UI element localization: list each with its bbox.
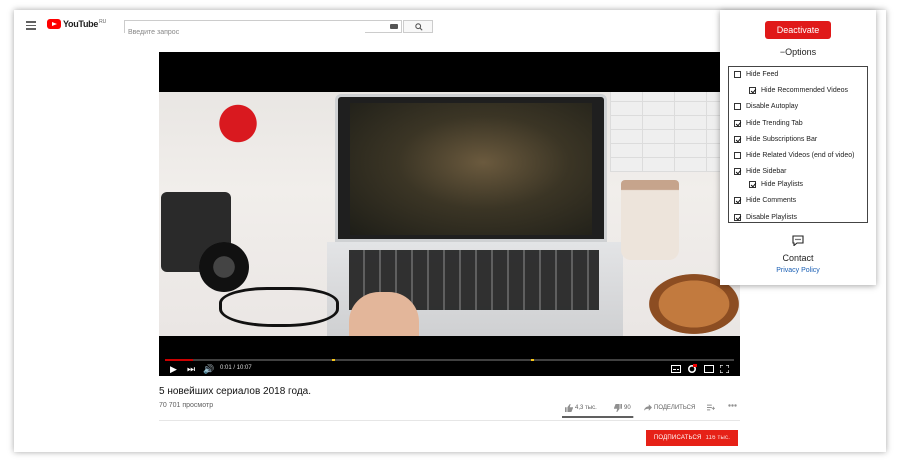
- keyboard-icon[interactable]: [390, 24, 398, 29]
- play-icon[interactable]: ▶: [170, 364, 177, 374]
- like-button[interactable]: 4,3 тыс.: [565, 404, 597, 412]
- option-row[interactable]: Disable Playlists: [734, 214, 797, 221]
- camera-lens: [199, 242, 249, 292]
- laptop-screen: [350, 103, 592, 235]
- search-box: [124, 20, 402, 38]
- logo-region: RU: [99, 18, 107, 25]
- menu-icon[interactable]: [26, 21, 36, 30]
- option-label: Hide Sidebar: [746, 168, 787, 175]
- option-row[interactable]: Hide Playlists: [749, 181, 803, 188]
- option-checkbox[interactable]: [749, 181, 756, 188]
- thumbs-down-icon: [614, 404, 622, 412]
- hands: [349, 292, 419, 336]
- subtitles-icon[interactable]: [671, 365, 681, 373]
- subscribe-label: ПОДПИСАТЬСЯ: [653, 435, 702, 441]
- option-checkbox[interactable]: [734, 103, 741, 110]
- next-icon[interactable]: ⏭: [187, 364, 195, 374]
- time-display: 0:01 / 10:07: [220, 365, 252, 371]
- divider: [159, 420, 740, 421]
- deactivate-button[interactable]: Deactivate: [765, 21, 831, 39]
- save-to-playlist-button[interactable]: [707, 404, 715, 411]
- view-count: 70 701 просмотр: [159, 402, 214, 409]
- option-checkbox[interactable]: [734, 197, 741, 204]
- option-label: Hide Comments: [746, 197, 797, 204]
- playlist-add-icon: [707, 404, 715, 411]
- share-label: ПОДЕЛИТЬСЯ: [654, 404, 696, 411]
- option-row[interactable]: Hide Related Videos (end of video): [734, 152, 854, 159]
- contact-link[interactable]: Contact: [720, 233, 876, 263]
- option-row[interactable]: Hide Sidebar: [734, 168, 786, 175]
- volume-icon[interactable]: 🔊: [203, 364, 214, 374]
- progress-fill: [165, 359, 194, 361]
- option-row[interactable]: Hide Recommended Videos: [749, 87, 848, 94]
- more-icon: [728, 404, 737, 407]
- player-controls: ▶ ⏭ 🔊 0:01 / 10:07: [159, 355, 740, 376]
- extension-popup: Deactivate −Options Hide Feed Hide Recomm…: [720, 10, 876, 285]
- settings-icon[interactable]: [687, 364, 697, 374]
- ad-marker: [332, 359, 335, 361]
- option-row[interactable]: Hide Subscriptions Bar: [734, 136, 817, 143]
- like-count: 4,3 тыс.: [575, 405, 597, 411]
- video-actions: 4,3 тыс. 90 ПОДЕЛИТЬСЯ: [562, 402, 742, 416]
- dislike-button[interactable]: 90: [614, 404, 631, 412]
- option-label: Hide Recommended Videos: [761, 87, 849, 94]
- subscriber-count: 116 тыс.: [705, 435, 731, 441]
- contact-label: Contact: [782, 253, 814, 263]
- option-label: Hide Playlists: [761, 181, 804, 188]
- option-row[interactable]: Disable Autoplay: [734, 103, 798, 110]
- chat-icon: [792, 235, 804, 247]
- option-label: Hide Subscriptions Bar: [746, 136, 818, 143]
- option-checkbox[interactable]: [734, 152, 741, 159]
- option-checkbox[interactable]: [734, 71, 741, 78]
- more-button[interactable]: [728, 404, 737, 407]
- logo-text: YouTube: [63, 19, 99, 29]
- option-label: Hide Trending Tab: [746, 120, 803, 127]
- options-toggle[interactable]: −Options: [720, 47, 876, 57]
- coffee-cup: [621, 180, 679, 260]
- privacy-policy-link[interactable]: Privacy Policy: [720, 267, 876, 274]
- search-icon: [415, 23, 423, 31]
- sentiment-bar: [562, 416, 634, 418]
- option-checkbox[interactable]: [734, 136, 741, 143]
- sentiment-bar-fill: [562, 416, 633, 418]
- video-player[interactable]: ▶ ⏭ 🔊 0:01 / 10:07: [159, 52, 740, 376]
- glasses: [219, 287, 339, 327]
- progress-bar[interactable]: [165, 359, 734, 361]
- option-checkbox[interactable]: [734, 168, 741, 175]
- youtube-logo[interactable]: YouTube RU: [47, 19, 106, 29]
- thumbs-up-icon: [565, 404, 573, 412]
- youtube-play-icon: [47, 19, 61, 29]
- option-label: Disable Playlists: [746, 214, 797, 221]
- fullscreen-icon[interactable]: [720, 365, 729, 373]
- miniplayer-icon[interactable]: [704, 365, 714, 373]
- video-frame: [159, 92, 740, 336]
- option-row[interactable]: Hide Feed: [734, 71, 778, 78]
- options-list: Hide Feed Hide Recommended Videos Disable …: [728, 66, 868, 223]
- search-input[interactable]: [125, 27, 365, 38]
- option-checkbox[interactable]: [734, 120, 741, 127]
- option-row[interactable]: Hide Trending Tab: [734, 120, 803, 127]
- option-checkbox[interactable]: [734, 214, 741, 221]
- video-title: 5 новейших сериалов 2018 года.: [159, 386, 311, 397]
- share-icon: [644, 404, 652, 411]
- dislike-count: 90: [624, 405, 631, 411]
- share-button[interactable]: ПОДЕЛИТЬСЯ: [644, 404, 695, 411]
- ad-marker: [531, 359, 534, 361]
- option-row[interactable]: Hide Comments: [734, 197, 796, 204]
- option-checkbox[interactable]: [749, 87, 756, 94]
- option-label: Hide Feed: [746, 71, 779, 78]
- subscribe-button[interactable]: ПОДПИСАТЬСЯ 116 тыс.: [646, 430, 738, 446]
- tulip: [214, 92, 274, 162]
- option-label: Disable Autoplay: [746, 103, 799, 110]
- option-label: Hide Related Videos (end of video): [746, 152, 855, 159]
- laptop: [335, 94, 607, 242]
- search-button[interactable]: [403, 20, 433, 33]
